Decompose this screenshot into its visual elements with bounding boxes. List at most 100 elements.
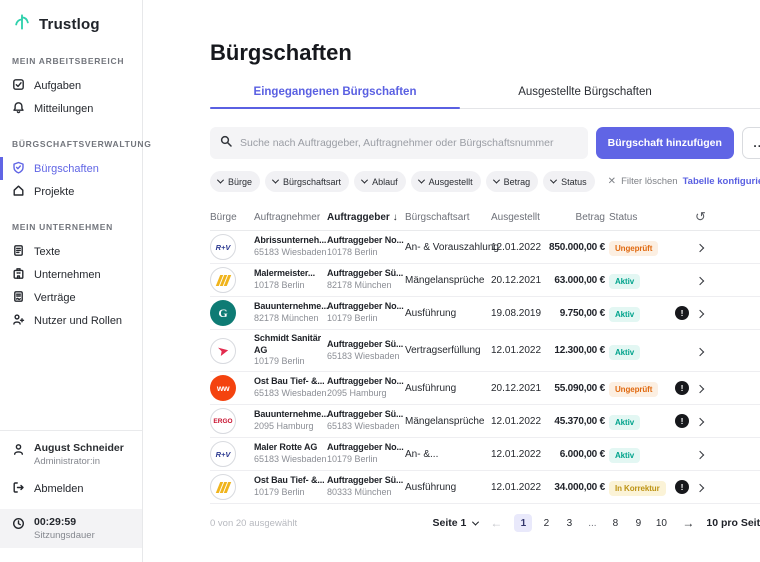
filter-bar: BürgeBürgschaftsartAblaufAusgestelltBetr… xyxy=(210,171,760,192)
selection-count: 0 von 20 ausgewählt xyxy=(210,518,297,529)
filter-chip-status[interactable]: Status xyxy=(543,171,595,192)
configure-table-link[interactable]: Tabelle konfigurieren xyxy=(683,176,760,187)
table-row[interactable]: Schmidt Sanitär AG10179 BerlinAuftraggeb… xyxy=(210,330,760,372)
brand-logo[interactable]: Trustlog xyxy=(0,12,142,37)
filter-chip-bürgschaftsart[interactable]: Bürgschaftsart xyxy=(265,171,349,192)
info-alert-icon[interactable]: ! xyxy=(675,414,689,428)
table-row[interactable]: wwOst Bau Tief- &...65183 WiesbadenAuftr… xyxy=(210,372,760,405)
cell-contractor-city: 2095 Hamburg xyxy=(254,421,327,433)
sidebar-item-unternehmen[interactable]: Unternehmen xyxy=(0,263,142,286)
prev-page-button[interactable]: ← xyxy=(490,516,502,530)
cell-issued: 12.01.2022 xyxy=(491,242,547,253)
col-betrag[interactable]: Betrag xyxy=(547,212,609,223)
cell-guarantor: ww xyxy=(210,375,254,401)
guarantor-logo-stripes xyxy=(210,267,236,293)
cell-type: Ausführung xyxy=(405,482,491,493)
filter-chip-bürge[interactable]: Bürge xyxy=(210,171,260,192)
col-auftraggeber-sorted[interactable]: Auftraggeber ↓ xyxy=(327,212,405,223)
page-button-9[interactable]: 9 xyxy=(629,514,647,532)
sidebar-item-texte[interactable]: Texte xyxy=(0,240,142,263)
row-open-button[interactable] xyxy=(691,412,710,430)
cell-contractor: Ost Bau Tief- &...10179 Berlin xyxy=(254,475,327,498)
page-title: Bürgschaften xyxy=(210,40,760,66)
page-button-10[interactable]: 10 xyxy=(652,514,670,532)
user-plus-icon xyxy=(12,313,25,329)
status-badge: Ungeprüft xyxy=(609,382,658,397)
sidebar-item-projekte[interactable]: Projekte xyxy=(0,180,142,203)
row-open-button[interactable] xyxy=(691,271,710,289)
sidebar-item-mitteilungen[interactable]: Mitteilungen xyxy=(0,97,142,120)
col-ausgestellt[interactable]: Ausgestellt xyxy=(491,212,547,223)
info-alert-icon[interactable]: ! xyxy=(675,480,689,494)
row-open-button[interactable] xyxy=(691,445,710,463)
table-row[interactable]: GBauunternehme...82178 MünchenAuftraggeb… xyxy=(210,297,760,330)
user-icon xyxy=(12,443,25,461)
clear-filters-button[interactable]: ✕ Filter löschen xyxy=(608,176,678,187)
cell-status: In Korrektur xyxy=(609,478,673,496)
table-row[interactable]: ERGOBauunternehme...2095 HamburgAuftragg… xyxy=(210,405,760,438)
history-icon[interactable]: ↺ xyxy=(691,209,710,225)
more-options-button[interactable]: ... xyxy=(742,127,760,159)
row-open-button[interactable] xyxy=(691,379,710,397)
search-box[interactable] xyxy=(210,127,588,159)
logout-button[interactable]: Abmelden xyxy=(0,477,142,501)
cell-status: Aktiv xyxy=(609,342,673,360)
add-guarantee-button[interactable]: Bürgschaft hinzufügen xyxy=(596,127,734,159)
col-status[interactable]: Status xyxy=(609,212,673,223)
table-row[interactable]: R+VMaler Rotte AG65183 WiesbadenAuftragg… xyxy=(210,438,760,471)
info-alert-icon[interactable]: ! xyxy=(675,381,689,395)
table-row[interactable]: Malermeister...10178 BerlinAuftraggeber … xyxy=(210,264,760,297)
cell-issued: 12.01.2022 xyxy=(491,449,547,460)
cell-client-city: 2095 Hamburg xyxy=(327,388,405,400)
cell-guarantor xyxy=(210,338,254,364)
table-row[interactable]: R+VAbrissunterneh...65183 WiesbadenAuftr… xyxy=(210,231,760,264)
table-header-row: Bürge Auftragnehmer Auftraggeber ↓ Bürgs… xyxy=(210,204,760,231)
filter-chip-ausgestellt[interactable]: Ausgestellt xyxy=(411,171,481,192)
col-buerge[interactable]: Bürge xyxy=(210,212,254,223)
row-open-button[interactable] xyxy=(691,238,710,256)
status-badge: Ungeprüft xyxy=(609,241,658,256)
sidebar-item-nutzer-rollen[interactable]: Nutzer und Rollen xyxy=(0,309,142,332)
page-select-dropdown[interactable]: Seite 1 xyxy=(433,517,479,529)
page-button-1[interactable]: 1 xyxy=(514,514,532,532)
col-buergschaftsart[interactable]: Bürgschaftsart xyxy=(405,212,491,223)
filter-chip-ablauf[interactable]: Ablauf xyxy=(354,171,406,192)
table-row[interactable]: Ost Bau Tief- &...10179 BerlinAuftraggeb… xyxy=(210,471,760,504)
next-page-button[interactable]: → xyxy=(682,516,694,530)
cell-client-name: Auftraggeber Sü... xyxy=(327,409,405,421)
status-badge: Aktiv xyxy=(609,448,640,463)
cell-amount: 12.300,00 € xyxy=(547,345,609,356)
per-page-dropdown[interactable]: 10 pro Seite xyxy=(706,517,760,529)
search-input[interactable] xyxy=(240,137,578,149)
sidebar-section-company: MEIN UNTERNEHMEN Texte Unternehmen Vertr… xyxy=(0,222,142,332)
sidebar-bottom: August Schneider Administrator:in Abmeld… xyxy=(0,430,142,548)
sidebar-item-aufgaben[interactable]: Aufgaben xyxy=(0,74,142,97)
filter-chip-betrag[interactable]: Betrag xyxy=(486,171,539,192)
cell-contractor-name: Ost Bau Tief- &... xyxy=(254,475,327,487)
page-button-3[interactable]: 3 xyxy=(560,514,578,532)
cell-info: ! xyxy=(673,306,691,320)
cell-contractor-city: 65183 Wiesbaden xyxy=(254,247,327,259)
tab-eingegangene-buergschaften[interactable]: Eingegangenen Bürgschaften xyxy=(210,86,460,108)
cell-client: Auftraggeber Sü...80333 München xyxy=(327,475,405,498)
row-open-button[interactable] xyxy=(691,478,710,496)
sidebar-item-buergschaften[interactable]: Bürgschaften xyxy=(0,157,142,180)
contract-icon xyxy=(12,290,25,306)
col-auftragnehmer[interactable]: Auftragnehmer xyxy=(254,212,327,223)
guarantor-logo-schmidt xyxy=(210,338,236,364)
cell-info: ! xyxy=(673,381,691,395)
row-open-button[interactable] xyxy=(691,342,710,360)
cell-contractor-city: 10179 Berlin xyxy=(254,487,327,499)
cell-guarantor: ERGO xyxy=(210,408,254,434)
status-badge: Aktiv xyxy=(609,345,640,360)
page-button-2[interactable]: 2 xyxy=(537,514,555,532)
sidebar-item-vertraege[interactable]: Verträge xyxy=(0,286,142,309)
row-open-button[interactable] xyxy=(691,304,710,322)
cell-contractor-city: 65183 Wiesbaden xyxy=(254,454,327,466)
info-alert-icon[interactable]: ! xyxy=(675,306,689,320)
page-button-8[interactable]: 8 xyxy=(606,514,624,532)
tab-ausgestellte-buergschaften[interactable]: Ausgestellte Bürgschaften xyxy=(460,86,710,108)
sort-desc-icon: ↓ xyxy=(393,212,398,223)
cell-contractor-city: 10178 Berlin xyxy=(254,280,327,292)
current-user[interactable]: August Schneider Administrator:in xyxy=(0,440,142,469)
